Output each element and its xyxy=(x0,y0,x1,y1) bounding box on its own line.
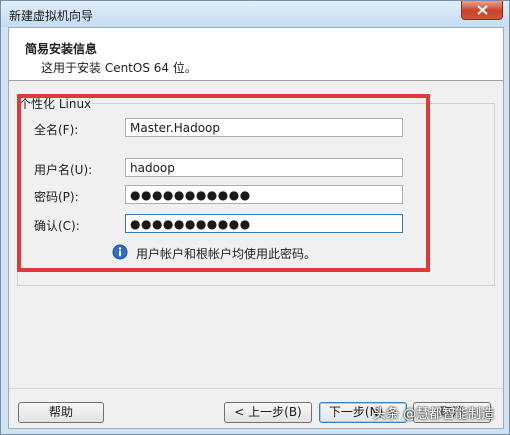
page-title: 简易安装信息 xyxy=(25,42,98,56)
help-button[interactable]: 帮助 xyxy=(18,402,104,423)
window-title: 新建虚拟机向导 xyxy=(9,9,94,23)
close-icon xyxy=(477,5,488,15)
back-button[interactable]: < 上一步(B) xyxy=(224,402,312,423)
watermark: 头条 @慧都智能制造 xyxy=(373,407,495,422)
page-subtitle: 这用于安装 CentOS 64 位。 xyxy=(41,61,197,75)
button-separator xyxy=(9,388,503,389)
header-band: 简易安装信息 这用于安装 CentOS 64 位。 xyxy=(9,28,503,81)
close-button[interactable] xyxy=(461,1,503,20)
wizard-window: 新建虚拟机向导 简易安装信息 这用于安装 CentOS 64 位。 个性化 Li… xyxy=(0,0,510,435)
title-bar[interactable]: 新建虚拟机向导 xyxy=(1,1,509,27)
annotation-frame xyxy=(17,94,430,272)
